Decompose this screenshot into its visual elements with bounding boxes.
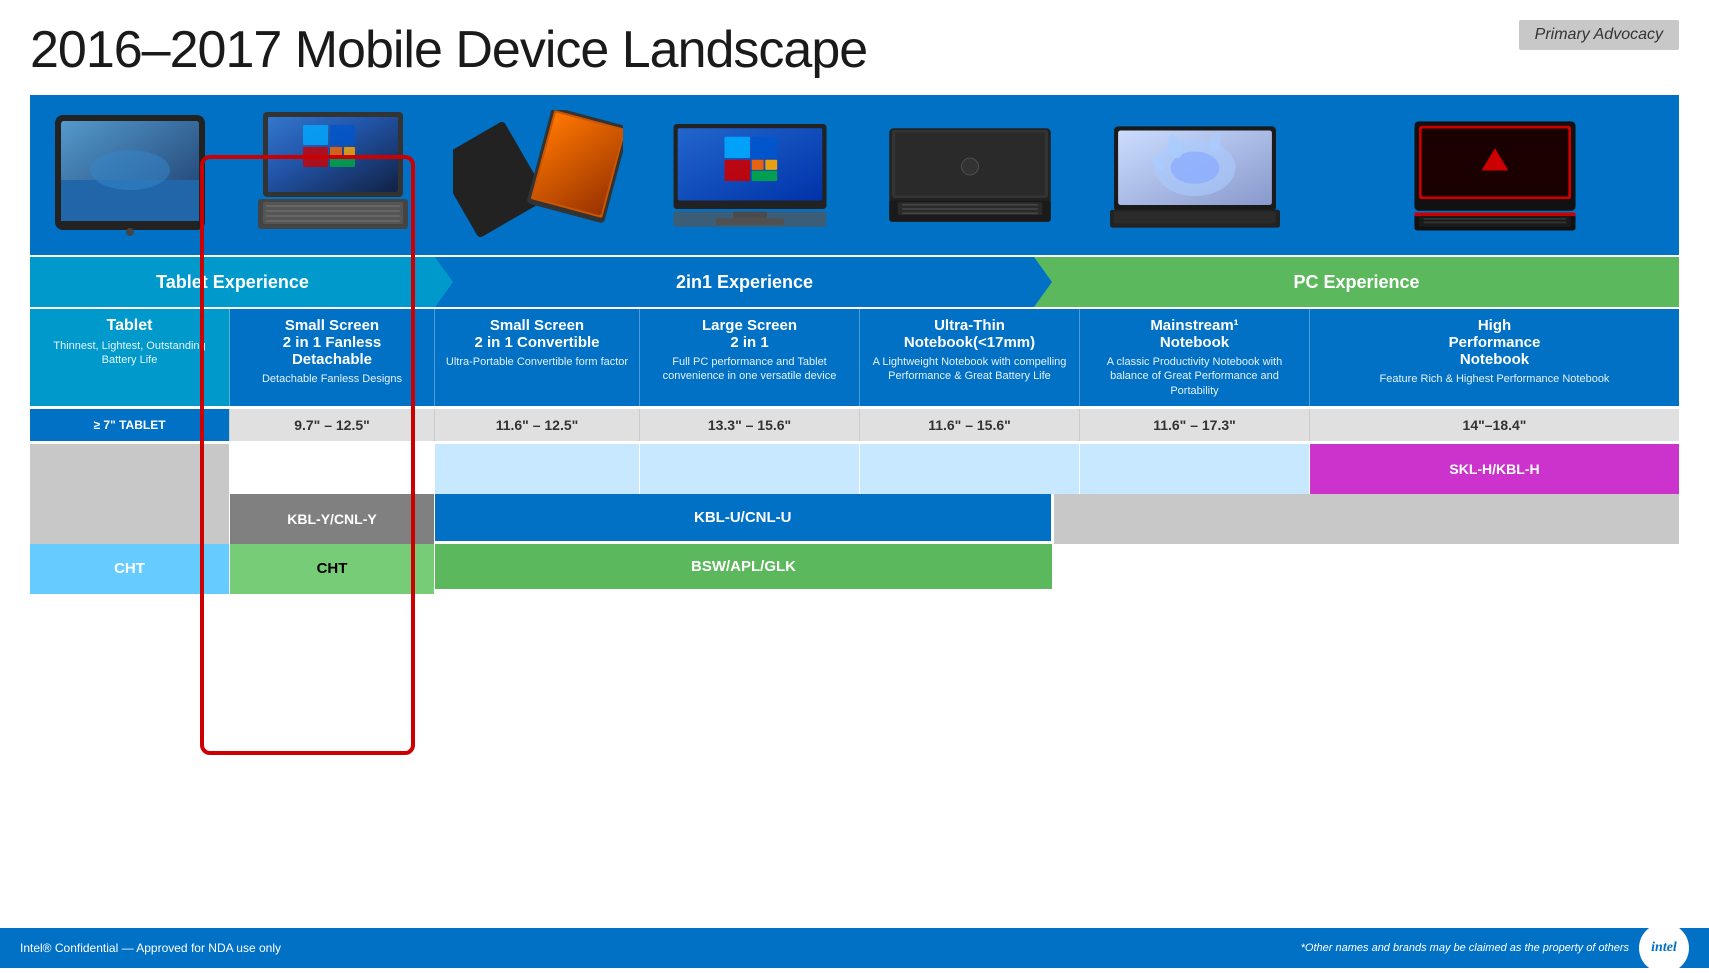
- large-2in1-name: Large Screen2 in 1: [702, 317, 797, 351]
- tablet-device-svg: [45, 110, 215, 240]
- footer-right-group: *Other names and brands may be claimed a…: [1301, 923, 1689, 973]
- images-row: [30, 95, 1679, 257]
- mainstream-cat-cell: Mainstream¹Notebook A classic Productivi…: [1080, 309, 1310, 406]
- tablet-img-cell: [30, 95, 230, 255]
- landscape-container: Tablet Experience 2in1 Experience PC Exp…: [30, 95, 1679, 589]
- mainstream-proc1: [1080, 444, 1310, 494]
- small-conv-name: Small Screen2 in 1 Convertible: [474, 317, 599, 351]
- large-2in1-proc1: [640, 444, 860, 494]
- proc-row-2: KBL-Y/CNL-Y KBL-U/CNL-U: [30, 491, 1679, 541]
- highperf-proc2: [1054, 494, 1680, 544]
- tablet-proc3: CHT: [30, 544, 230, 594]
- tablet-proc1: [30, 444, 230, 494]
- small-conv-img-cell: [435, 95, 640, 255]
- small-conv-desc: Ultra-Portable Convertible form factor: [446, 355, 628, 369]
- primary-advocacy-badge: Primary Advocacy: [1519, 20, 1679, 50]
- highperf-img-cell: [1310, 95, 1679, 255]
- large-2in1-device-svg: [665, 110, 835, 240]
- small-fanless-proc2: KBL-Y/CNL-Y: [230, 494, 435, 544]
- small-fanless-desc: Detachable Fanless Designs: [262, 372, 402, 386]
- experience-bar-row: Tablet Experience 2in1 Experience PC Exp…: [30, 257, 1679, 307]
- mainstream-device-svg: [1110, 110, 1280, 240]
- small-fanless-proc3: CHT: [230, 544, 435, 594]
- highperf-size: 14"–18.4": [1310, 409, 1679, 441]
- ultrathin-cat-cell: Ultra-ThinNotebook(<17mm) A Lightweight …: [860, 309, 1080, 406]
- highperf-cat-cell: HighPerformanceNotebook Feature Rich & H…: [1310, 309, 1679, 406]
- small-fanless-device-svg: [248, 110, 418, 240]
- tablet-size: ≥ 7" TABLET: [30, 409, 230, 441]
- ultrathin-size: 11.6" – 15.6": [860, 409, 1080, 441]
- small-conv-proc1: [435, 444, 640, 494]
- pc-exp-label: PC Experience: [1293, 272, 1419, 293]
- tablet-proc2: [30, 494, 230, 544]
- size-row: ≥ 7" TABLET 9.7" – 12.5" 11.6" – 12.5" 1…: [30, 406, 1679, 441]
- tablet-exp-label: Tablet Experience: [156, 272, 309, 293]
- proc-row-1: SKL-H/KBL-H: [30, 441, 1679, 491]
- mainstream-name: Mainstream¹Notebook: [1150, 317, 1238, 351]
- footer: Intel® Confidential — Approved for NDA u…: [0, 928, 1709, 968]
- footer-confidential: Intel® Confidential — Approved for NDA u…: [20, 941, 281, 955]
- large-2in1-img-cell: [640, 95, 860, 255]
- conv-to-mainstream-proc3: BSW/APL/GLK: [435, 544, 1052, 589]
- small-conv-device-svg: [453, 110, 623, 240]
- intel-logo: intel: [1639, 923, 1689, 973]
- footer-disclaimer: *Other names and brands may be claimed a…: [1301, 942, 1629, 954]
- 2in1-exp-label: 2in1 Experience: [676, 272, 813, 293]
- slide: 2016–2017 Mobile Device Landscape Primar…: [0, 0, 1709, 968]
- ultrathin-proc1: [860, 444, 1080, 494]
- highperf-proc1: SKL-H/KBL-H: [1310, 444, 1679, 494]
- small-fanless-img-cell: [230, 95, 435, 255]
- tablet-name: Tablet: [107, 317, 153, 335]
- ultrathin-name: Ultra-ThinNotebook(<17mm): [904, 317, 1035, 351]
- header: 2016–2017 Mobile Device Landscape Primar…: [30, 20, 1679, 80]
- large-2in1-cat-cell: Large Screen2 in 1 Full PC performance a…: [640, 309, 860, 406]
- tablet-desc: Thinnest, Lightest, Outstanding Battery …: [40, 339, 219, 368]
- highperf-name: HighPerformanceNotebook: [1449, 317, 1541, 368]
- mainstream-size: 11.6" – 17.3": [1080, 409, 1310, 441]
- small-conv-size: 11.6" – 12.5": [435, 409, 640, 441]
- category-row: Tablet Thinnest, Lightest, Outstanding B…: [30, 307, 1679, 406]
- ultrathin-desc: A Lightweight Notebook with compelling P…: [870, 355, 1069, 384]
- mainstream-img-cell: [1080, 95, 1310, 255]
- highperf-device-svg: [1410, 110, 1580, 240]
- mainstream-desc: A classic Productivity Notebook with bal…: [1090, 355, 1299, 398]
- large-2in1-size: 13.3" – 15.6": [640, 409, 860, 441]
- highperf-proc3: [1052, 544, 1679, 594]
- small-fanless-name: Small Screen2 in 1 FanlessDetachable: [283, 317, 381, 368]
- highperf-desc: Feature Rich & Highest Performance Noteb…: [1380, 372, 1610, 386]
- proc-row-3: CHT CHT BSW/APL/GLK: [30, 541, 1679, 589]
- small-fanless-cat-cell: Small Screen2 in 1 FanlessDetachable Det…: [230, 309, 435, 406]
- large-2in1-desc: Full PC performance and Tablet convenien…: [650, 355, 849, 384]
- small-fanless-proc1: [230, 444, 435, 494]
- small-conv-cat-cell: Small Screen2 in 1 Convertible Ultra-Por…: [435, 309, 640, 406]
- small-fanless-size: 9.7" – 12.5": [230, 409, 435, 441]
- tablet-cat-cell: Tablet Thinnest, Lightest, Outstanding B…: [30, 309, 230, 406]
- conv-to-mainstream-proc2: KBL-U/CNL-U: [435, 494, 1054, 541]
- ultrathin-device-svg: [885, 110, 1055, 240]
- ultrathin-img-cell: [860, 95, 1080, 255]
- slide-title: 2016–2017 Mobile Device Landscape: [30, 20, 867, 80]
